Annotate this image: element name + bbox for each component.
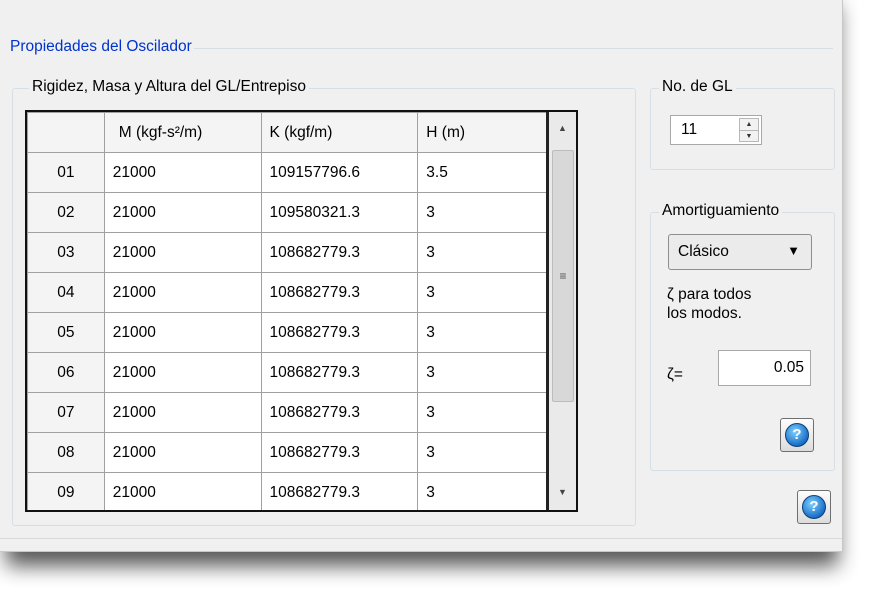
zeta-note-line-2: los modos. — [667, 305, 742, 322]
triangle-down-icon: ▼ — [558, 487, 567, 497]
row-header[interactable]: 06 — [27, 352, 105, 393]
scroll-down-button[interactable]: ▼ — [549, 478, 576, 506]
grid-vertical-scrollbar[interactable]: ▲ ≡ ▼ — [546, 112, 576, 510]
spin-down-button[interactable]: ▼ — [740, 131, 758, 142]
help-icon: ? — [785, 423, 809, 447]
mass-cell[interactable]: 21000 — [103, 152, 262, 193]
scrollbar-thumb[interactable]: ≡ — [552, 150, 574, 402]
zeta-note-line-1: ζ para todos — [667, 286, 752, 303]
grid-header-row: M (kgf-s²/m) K (kgf/m) H (m) — [27, 112, 576, 153]
damping-type-value: Clásico — [678, 243, 729, 260]
row-header[interactable]: 08 — [27, 432, 105, 473]
mass-cell[interactable]: 21000 — [103, 392, 262, 433]
table-row[interactable]: 08 21000 108682779.3 3 — [27, 432, 576, 473]
dof-spinner[interactable]: 11 ▲ ▼ — [670, 115, 762, 145]
table-row[interactable]: 02 21000 109580321.3 3 — [27, 192, 576, 233]
triangle-up-icon: ▲ — [558, 123, 567, 133]
stiffness-cell[interactable]: 108682779.3 — [260, 432, 419, 473]
zeta-label: ζ= — [667, 366, 683, 383]
table-row[interactable]: 03 21000 108682779.3 3 — [27, 232, 576, 273]
spinner-buttons: ▲ ▼ — [739, 118, 759, 142]
mass-cell[interactable]: 21000 — [103, 192, 262, 233]
damping-type-dropdown[interactable]: Clásico ▼ — [668, 234, 812, 270]
mass-cell[interactable]: 21000 — [103, 272, 262, 313]
stiffness-cell[interactable]: 109157796.6 — [260, 152, 419, 193]
stiffness-mass-height-title: Rigidez, Masa y Altura del GL/Entrepiso — [29, 78, 309, 96]
mass-cell[interactable]: 21000 — [103, 432, 262, 473]
oscillator-properties-panel: Propiedades del Oscilador Rigidez, Masa … — [0, 0, 843, 552]
dropdown-arrow-icon: ▼ — [787, 243, 800, 258]
help-icon: ? — [802, 495, 826, 519]
properties-grid[interactable]: M (kgf-s²/m) K (kgf/m) H (m) 01 21000 1091… — [25, 110, 578, 512]
triangle-up-icon: ▲ — [745, 121, 753, 128]
column-header-stiffness[interactable]: K (kgf/m) — [260, 112, 419, 153]
row-header[interactable]: 07 — [27, 392, 105, 433]
spin-up-button[interactable]: ▲ — [740, 119, 758, 131]
zeta-input[interactable]: 0.05 — [718, 350, 811, 386]
row-header[interactable]: 05 — [27, 312, 105, 353]
triangle-down-icon: ▼ — [745, 133, 753, 140]
grid-body: 01 21000 109157796.6 3.5 02 21000 109580321.3 3… — [27, 152, 576, 510]
damping-help-button[interactable]: ? — [780, 418, 814, 452]
properties-table: M (kgf-s²/m) K (kgf/m) H (m) 01 21000 1091… — [27, 112, 576, 510]
zeta-note: ζ para todos los modos. — [667, 285, 751, 323]
grip-icon: ≡ — [559, 269, 567, 283]
row-header[interactable]: 04 — [27, 272, 105, 313]
stiffness-cell[interactable]: 108682779.3 — [260, 352, 419, 393]
table-row[interactable]: 07 21000 108682779.3 3 — [27, 392, 576, 433]
mass-cell[interactable]: 21000 — [103, 352, 262, 393]
mass-cell[interactable]: 21000 — [103, 472, 262, 510]
stiffness-cell[interactable]: 108682779.3 — [260, 232, 419, 273]
mass-cell[interactable]: 21000 — [103, 232, 262, 273]
stiffness-cell[interactable]: 108682779.3 — [260, 392, 419, 433]
table-row[interactable]: 04 21000 108682779.3 3 — [27, 272, 576, 313]
stiffness-cell[interactable]: 108682779.3 — [260, 312, 419, 353]
row-header[interactable]: 02 — [27, 192, 105, 233]
corner-header — [27, 112, 105, 153]
stiffness-cell[interactable]: 109580321.3 — [260, 192, 419, 233]
table-row[interactable]: 05 21000 108682779.3 3 — [27, 312, 576, 353]
dof-group-title: No. de GL — [659, 78, 736, 96]
row-header[interactable]: 09 — [27, 472, 105, 510]
column-header-mass[interactable]: M (kgf-s²/m) — [103, 112, 262, 153]
oscillator-group-title: Propiedades del Oscilador — [8, 38, 194, 56]
stiffness-cell[interactable]: 108682779.3 — [260, 472, 419, 510]
stiffness-cell[interactable]: 108682779.3 — [260, 272, 419, 313]
mass-cell[interactable]: 21000 — [103, 312, 262, 353]
row-header[interactable]: 01 — [27, 152, 105, 193]
table-row[interactable]: 06 21000 108682779.3 3 — [27, 352, 576, 393]
bottom-separator — [0, 538, 842, 539]
scroll-up-button[interactable]: ▲ — [549, 114, 576, 142]
table-row[interactable]: 09 21000 108682779.3 3 — [27, 472, 576, 510]
damping-group-title: Amortiguamiento — [659, 202, 783, 220]
dof-value: 11 — [681, 121, 698, 138]
row-header[interactable]: 03 — [27, 232, 105, 273]
oscillator-help-button[interactable]: ? — [797, 490, 831, 524]
table-row[interactable]: 01 21000 109157796.6 3.5 — [27, 152, 576, 193]
